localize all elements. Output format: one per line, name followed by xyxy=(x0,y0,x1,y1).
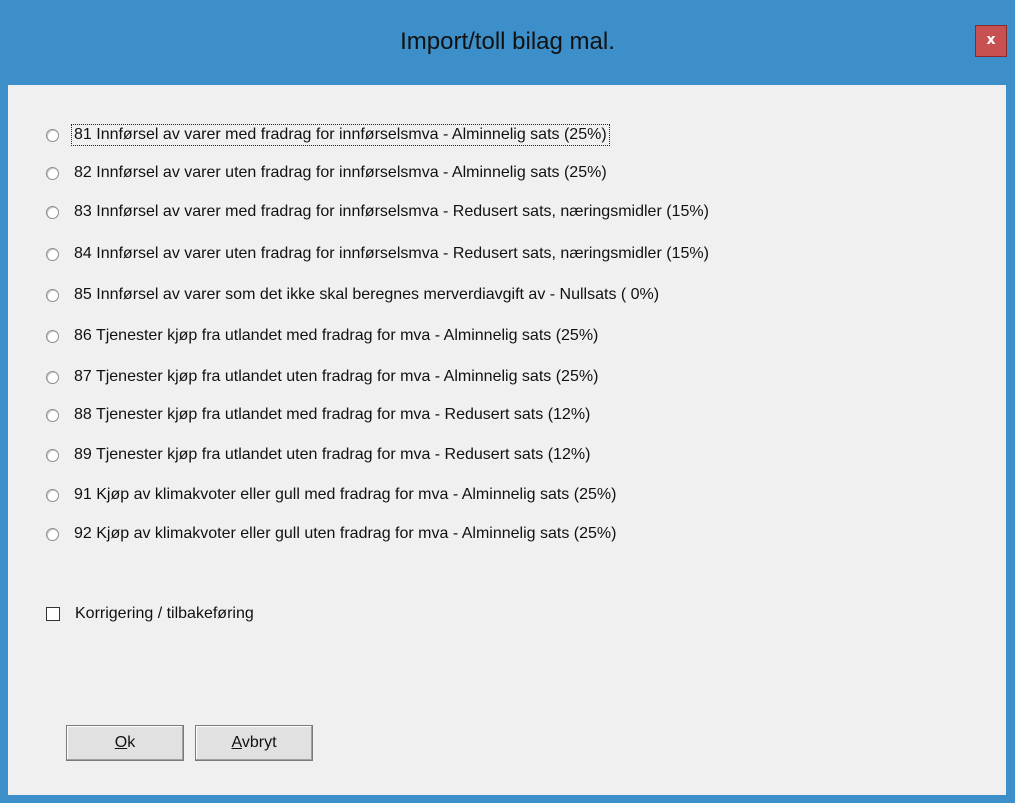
close-icon: x xyxy=(986,32,996,48)
radio-option-label: 85 Innførsel av varer som det ikke skal … xyxy=(74,286,660,303)
radio-option-85[interactable]: 85 Innførsel av varer som det ikke skal … xyxy=(46,283,661,307)
radio-option-label: 83 Innførsel av varer med fradrag for in… xyxy=(74,203,709,220)
cancel-button-label: vbryt xyxy=(241,734,277,751)
radio-button-icon[interactable] xyxy=(46,527,59,541)
radio-option-label: 84 Innførsel av varer uten fradrag for i… xyxy=(74,245,709,262)
radio-option-label: 92 Kjøp av klimakvoter eller gull uten f… xyxy=(74,525,617,542)
radio-option-88[interactable]: 88 Tjenester kjøp fra utlandet med fradr… xyxy=(46,403,592,427)
radio-button-icon[interactable] xyxy=(46,448,59,462)
radio-option-89[interactable]: 89 Tjenester kjøp fra utlandet uten frad… xyxy=(46,443,592,467)
radio-button-icon[interactable] xyxy=(46,205,59,219)
radio-option-83[interactable]: 83 Innførsel av varer med fradrag for in… xyxy=(46,200,711,224)
radio-option-92[interactable]: 92 Kjøp av klimakvoter eller gull uten f… xyxy=(46,522,618,546)
radio-option-label: 88 Tjenester kjøp fra utlandet med fradr… xyxy=(74,406,591,423)
radio-option-81[interactable]: 81 Innførsel av varer med fradrag for in… xyxy=(46,123,610,147)
radio-option-86[interactable]: 86 Tjenester kjøp fra utlandet med fradr… xyxy=(46,324,600,348)
radio-button-icon[interactable] xyxy=(46,288,59,302)
radio-option-label: 86 Tjenester kjøp fra utlandet med fradr… xyxy=(74,327,599,344)
radio-option-84[interactable]: 84 Innførsel av varer uten fradrag for i… xyxy=(46,242,711,266)
correction-checkbox-label: Korrigering / tilbakeføring xyxy=(75,605,254,622)
ok-button[interactable]: Ok xyxy=(66,725,184,761)
cancel-button-mnemonic: A xyxy=(231,734,242,751)
correction-checkbox-row[interactable]: Korrigering / tilbakeføring xyxy=(46,605,254,623)
radio-option-label: 82 Innførsel av varer uten fradrag for i… xyxy=(74,164,607,181)
radio-button-icon[interactable] xyxy=(46,329,59,343)
radio-button-icon[interactable] xyxy=(46,247,59,261)
cancel-button[interactable]: Avbryt xyxy=(195,725,313,761)
radio-button-icon[interactable] xyxy=(46,488,59,502)
radio-button-icon[interactable] xyxy=(46,370,59,384)
ok-button-mnemonic: O xyxy=(114,734,128,751)
ok-button-label: k xyxy=(127,734,136,751)
radio-option-label: 87 Tjenester kjøp fra utlandet uten frad… xyxy=(74,368,599,385)
radio-option-label: 91 Kjøp av klimakvoter eller gull med fr… xyxy=(74,486,617,503)
close-button[interactable]: x xyxy=(975,25,1007,57)
radio-button-icon[interactable] xyxy=(46,128,59,142)
correction-checkbox[interactable] xyxy=(46,607,60,621)
radio-option-label: 81 Innførsel av varer med fradrag for in… xyxy=(71,124,610,146)
radio-option-label: 89 Tjenester kjøp fra utlandet uten frad… xyxy=(74,446,591,463)
title-bar[interactable]: Import/toll bilag mal. x xyxy=(0,0,1015,86)
radio-button-icon[interactable] xyxy=(46,166,59,180)
radio-button-icon[interactable] xyxy=(46,408,59,422)
dialog-client-area: 81 Innførsel av varer med fradrag for in… xyxy=(8,85,1006,795)
radio-option-82[interactable]: 82 Innførsel av varer uten fradrag for i… xyxy=(46,161,609,185)
radio-option-91[interactable]: 91 Kjøp av klimakvoter eller gull med fr… xyxy=(46,483,618,507)
window-title: Import/toll bilag mal. xyxy=(400,28,615,55)
dialog-window: Import/toll bilag mal. x 81 Innførsel av… xyxy=(0,0,1015,803)
radio-option-87[interactable]: 87 Tjenester kjøp fra utlandet uten frad… xyxy=(46,365,600,389)
